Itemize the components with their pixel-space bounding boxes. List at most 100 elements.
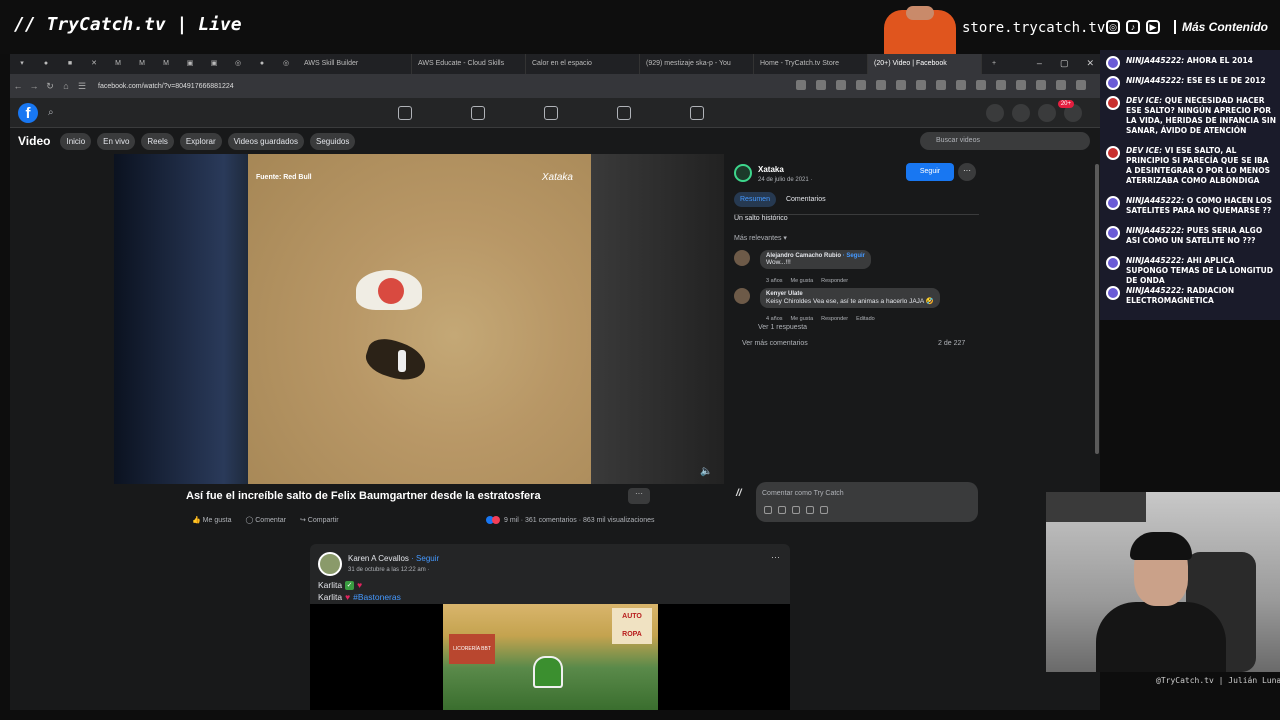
back-icon[interactable]: ← [10, 81, 26, 91]
comment-bubble: Kenyer Ulate Keisy Chiroldes Vea ese, as… [760, 288, 940, 308]
comment-like-link[interactable]: Me gusta [791, 316, 814, 322]
extension-icon[interactable] [956, 80, 966, 90]
extension-icon[interactable] [1056, 80, 1066, 90]
pinned-tab[interactable]: ■ [58, 54, 82, 74]
extension-icon[interactable] [876, 80, 886, 90]
see-replies-link[interactable]: Ver 1 respuesta [758, 324, 807, 331]
tab-comentarios[interactable]: Comentarios [780, 192, 832, 207]
extension-icon[interactable] [976, 80, 986, 90]
extension-icon[interactable] [1036, 80, 1046, 90]
comment-like-link[interactable]: Me gusta [791, 278, 814, 284]
comment-follow-link[interactable]: · Seguir [841, 253, 865, 259]
new-tab-button[interactable]: + [982, 54, 1006, 74]
extension-icon[interactable] [836, 80, 846, 90]
extension-icon[interactable] [936, 80, 946, 90]
comment-reply-link[interactable]: Responder [821, 278, 848, 284]
pinned-tab[interactable]: M [154, 54, 178, 74]
post-follow-link[interactable]: · Seguir [409, 554, 439, 563]
see-more-comments-link[interactable]: Ver más comentarios [742, 340, 808, 347]
megaphone-nav-icon[interactable] [617, 106, 631, 120]
share-button[interactable]: ↪ Compartir [300, 516, 339, 524]
tab-calor-espacio[interactable]: Calor en el espacio [526, 54, 640, 74]
tab-aws-skill-builder[interactable]: AWS Skill Builder [298, 54, 412, 74]
messenger-icon[interactable] [1012, 104, 1030, 122]
facebook-logo-icon[interactable]: f [18, 103, 38, 123]
pinned-tab[interactable]: ▣ [178, 54, 202, 74]
tab-trycatch-store[interactable]: Home - TryCatch.tv Store [754, 54, 868, 74]
tab-youtube[interactable]: (929) mestizaje ska-p - You [640, 54, 754, 74]
minimize-icon[interactable]: – [1037, 58, 1042, 69]
follow-button[interactable]: Seguir [906, 163, 954, 181]
search-icon[interactable]: ⌕ [48, 107, 60, 119]
chat-avatar [1106, 76, 1120, 90]
extension-icon[interactable] [816, 80, 826, 90]
pill-seguidos[interactable]: Seguidos [310, 132, 356, 150]
camera-icon[interactable] [792, 506, 800, 514]
pinned-tab[interactable]: ▣ [202, 54, 226, 74]
close-icon[interactable]: ✕ [1086, 58, 1094, 69]
pill-explorar[interactable]: Explorar [179, 132, 222, 150]
pill-reels[interactable]: Reels [141, 132, 174, 150]
comment-reply-link[interactable]: Responder [821, 316, 848, 322]
page-name[interactable]: Xataka [758, 165, 784, 174]
pinned-tab[interactable]: ● [250, 54, 274, 74]
extension-icon[interactable] [1016, 80, 1026, 90]
comment-button[interactable]: ◯ Comentar [245, 516, 286, 524]
flag-nav-icon[interactable] [471, 106, 485, 120]
pill-en-vivo[interactable]: En vivo [97, 132, 136, 150]
tab-resumen[interactable]: Resumen [734, 192, 776, 207]
tab-aws-educate[interactable]: AWS Educate - Cloud Skills [412, 54, 526, 74]
extension-icon[interactable] [896, 80, 906, 90]
comment-input[interactable] [756, 482, 978, 522]
extension-icon[interactable] [856, 80, 866, 90]
commenter-avatar[interactable] [734, 288, 750, 304]
post-author[interactable]: Karen A Cevallos [348, 554, 409, 563]
comment-composer: // Comentar como Try Catch [734, 482, 978, 524]
page-avatar[interactable] [734, 164, 752, 182]
tab-facebook-video[interactable]: (20+) Video | Facebook [868, 54, 982, 74]
like-button[interactable]: 👍 Me gusta [192, 516, 231, 524]
pinned-tab[interactable]: M [106, 54, 130, 74]
home-nav-icon[interactable] [398, 106, 412, 120]
comment-author[interactable]: Kenyer Ulate [766, 291, 803, 297]
pinned-tab[interactable]: ● [34, 54, 58, 74]
hashtag-link[interactable]: #Bastoneras [353, 592, 401, 602]
extension-icon[interactable] [796, 80, 806, 90]
url-field[interactable]: facebook.com/watch/?v=804917666881224 [98, 83, 234, 90]
pinned-tab[interactable]: ◎ [274, 54, 298, 74]
reload-icon[interactable]: ↻ [42, 81, 58, 92]
pill-inicio[interactable]: Inicio [60, 132, 92, 150]
gif-icon[interactable] [806, 506, 814, 514]
maximize-icon[interactable]: ▢ [1060, 58, 1069, 69]
video-player[interactable]: Fuente: Red Bull Xataka 🔈 [114, 154, 724, 484]
home-icon[interactable]: ⌂ [58, 81, 74, 91]
commenter-avatar[interactable] [734, 250, 750, 266]
post-author-avatar[interactable] [318, 552, 342, 576]
sticker-pack-icon[interactable] [820, 506, 828, 514]
notifications-icon[interactable] [1038, 104, 1056, 122]
menu-grid-icon[interactable] [986, 104, 1004, 122]
pinned-tab[interactable]: ✕ [82, 54, 106, 74]
extension-icon[interactable] [1076, 80, 1086, 90]
volume-icon[interactable]: 🔈 [700, 466, 712, 477]
post-more-button[interactable]: ··· [771, 552, 780, 562]
tab-menu-icon[interactable]: ▾ [10, 54, 34, 74]
site-info-icon[interactable]: ☰ [74, 81, 90, 92]
post-media[interactable]: LICORERÍA BBT AUTO ROPA [310, 604, 790, 710]
video-nav-icon[interactable] [544, 106, 558, 120]
pinned-tab[interactable]: M [130, 54, 154, 74]
video-search-input[interactable]: Buscar videos [920, 132, 1090, 150]
sticker-icon[interactable] [764, 506, 772, 514]
post-author-line: Karen A Cevallos · Seguir [348, 554, 439, 563]
marketplace-nav-icon[interactable] [690, 106, 704, 120]
emoji-icon[interactable] [778, 506, 786, 514]
page-more-button[interactable]: ··· [958, 163, 976, 181]
extension-icon[interactable] [916, 80, 926, 90]
pill-videos-guardados[interactable]: Videos guardados [227, 132, 304, 150]
forward-icon[interactable]: → [26, 81, 42, 91]
page-scrollbar[interactable] [1095, 164, 1099, 454]
video-more-button[interactable]: ··· [628, 488, 650, 504]
pinned-tab[interactable]: ◎ [226, 54, 250, 74]
extension-icon[interactable] [996, 80, 1006, 90]
comment-sort-dropdown[interactable]: Más relevantes ▾ [734, 234, 787, 242]
